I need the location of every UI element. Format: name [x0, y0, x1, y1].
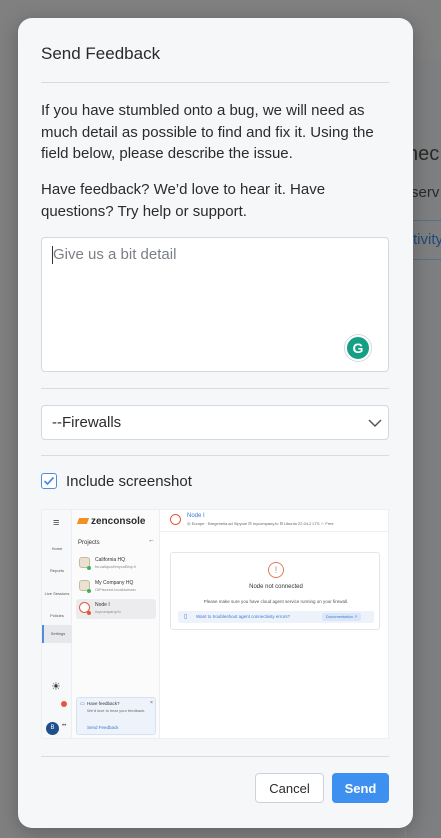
more-icon: •• [62, 723, 67, 729]
project-sub: mycompany.fo [95, 609, 121, 614]
project-sub: OfFiscesrt.localdomain [95, 587, 136, 592]
preview-status-title: Node not connected [249, 584, 303, 590]
sun-icon: ☀ [51, 681, 61, 693]
preview-nav-settings: Settings [42, 625, 72, 643]
preview-logo-text: zenconsole [91, 516, 146, 527]
preview-nav-reports: Reports [49, 568, 64, 573]
text-caret [52, 246, 53, 264]
textarea-divider [41, 388, 389, 389]
logo-mark-icon [76, 518, 90, 524]
footer-divider [41, 756, 389, 757]
preview-status-message: Please make sure you have cloud agent se… [203, 599, 349, 604]
intro-paragraph: If you have stumbled onto a bug, we will… [41, 102, 374, 162]
background-activity-button: tivity [409, 220, 441, 260]
preview-divider [160, 531, 388, 532]
preview-documentation-button: Documentation ↗ [322, 613, 362, 621]
chat-icon: ▭ [80, 701, 85, 707]
grammarly-icon-letter: G [352, 340, 364, 356]
category-select-value: --Firewalls [52, 414, 122, 431]
include-screenshot-label[interactable]: Include screenshot [66, 473, 192, 490]
project-sub: fw.caliquaHmycoBiny.fi [95, 564, 136, 569]
preview-troubleshoot-text: Want to troubleshoot agent connectivity … [196, 614, 291, 619]
feedback-textarea[interactable]: Give us a bit detail G [41, 237, 389, 372]
preview-feedback-body: We’d love to hear your feedback. [87, 708, 146, 713]
preview-feedback-title: Have feedback? [87, 701, 120, 706]
dialog-title: Send Feedback [41, 44, 161, 63]
preview-project-item: Node I mycompany.fo [76, 599, 156, 619]
preview-project-item: My Company HQ OfFiscesrt.localdomain [76, 577, 156, 597]
project-name: Node I [95, 602, 110, 608]
preview-projects-panel: zenconsole Projects ← California HQ fw.c… [72, 510, 160, 738]
grammarly-icon[interactable]: G [345, 335, 371, 361]
project-name: My Company HQ [95, 580, 134, 586]
background-text: serv [411, 184, 440, 201]
warning-icon: ! [268, 562, 284, 578]
preview-nav-policies: Policies [50, 613, 64, 618]
preview-feedback-link: Send Feedback [87, 725, 119, 730]
ubuntu-icon [170, 514, 181, 525]
preview-troubleshoot-bar: ▯ Want to troubleshoot agent connectivit… [178, 611, 374, 623]
send-button[interactable]: Send [332, 773, 389, 803]
preview-project-item: California HQ fw.caliquaHmycoBiny.fi [76, 554, 156, 574]
avatar: B [46, 722, 59, 735]
notification-dot [61, 701, 67, 707]
preview-main: Node I ◎ Europe · Bregenelia ad Sipyum ⊟… [160, 510, 388, 738]
background-activity-label: tivity [413, 231, 441, 248]
preview-sidebar: ≡ Home Reports Live Sessions Policies Se… [42, 510, 72, 738]
screenshot-preview: ≡ Home Reports Live Sessions Policies Se… [41, 509, 389, 739]
cancel-button[interactable]: Cancel [255, 773, 324, 803]
checkmark-icon [43, 476, 55, 486]
chevron-down-icon [368, 419, 382, 428]
status-dot [87, 589, 91, 593]
close-icon: × [150, 700, 153, 706]
preview-node-meta: ◎ Europe · Bregenelia ad Sipyum ⊟ mycomp… [187, 521, 334, 526]
select-divider [41, 455, 389, 456]
preview-nav-live-sessions: Live Sessions [44, 591, 70, 596]
feedback-placeholder: Give us a bit detail [53, 246, 177, 263]
preview-projects-title: Projects [78, 540, 100, 546]
book-icon: ▯ [184, 614, 188, 620]
project-name: California HQ [95, 557, 126, 563]
preview-status-card: ! Node not connected Please make sure yo… [170, 552, 380, 630]
send-feedback-dialog: Send Feedback If you have stumbled onto … [18, 18, 413, 828]
back-arrow-icon: ← [148, 537, 155, 544]
preview-logo: zenconsole [76, 516, 146, 527]
include-screenshot-checkbox[interactable] [41, 473, 57, 489]
preview-nav-home: Home [51, 546, 63, 551]
secondary-paragraph: Have feedback? We’d love to hear it. Hav… [41, 181, 326, 220]
status-dot [87, 611, 91, 615]
preview-node-title: Node I [187, 513, 205, 519]
title-divider [41, 82, 389, 83]
hamburger-icon: ≡ [53, 517, 60, 529]
preview-feedback-box: ▭ Have feedback? We’d love to hear your … [76, 697, 156, 735]
category-select[interactable]: --Firewalls [41, 405, 389, 440]
status-dot [87, 566, 91, 570]
